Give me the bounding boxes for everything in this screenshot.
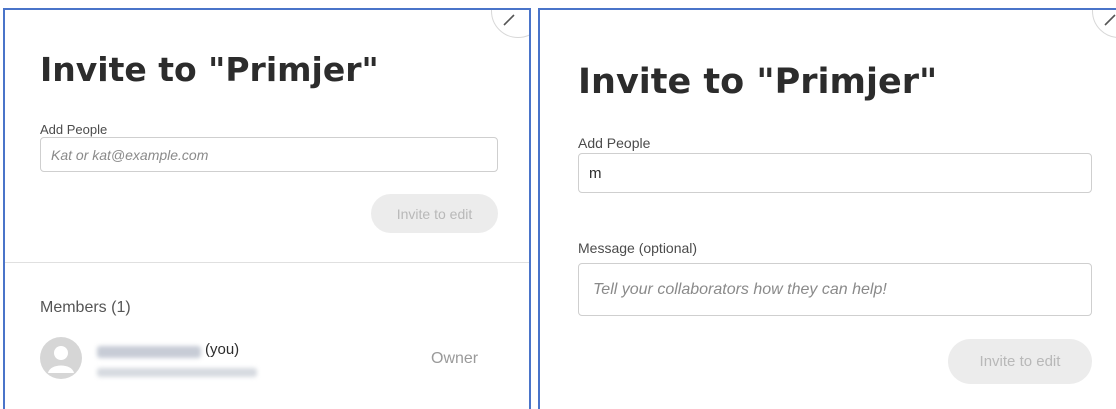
close-button[interactable] bbox=[1092, 10, 1116, 38]
section-divider bbox=[5, 262, 529, 263]
add-people-label: Add People bbox=[40, 122, 108, 137]
invite-dialog-message: Invite to "Primjer" Add People Message (… bbox=[538, 8, 1116, 409]
member-you-label: (you) bbox=[205, 341, 240, 358]
member-role: Owner bbox=[431, 350, 479, 367]
invite-to-edit-button[interactable]: Invite to edit bbox=[948, 339, 1092, 384]
invite-to-edit-button[interactable]: Invite to edit bbox=[371, 194, 498, 233]
member-name-redacted bbox=[97, 346, 201, 358]
dialog-title: Invite to "Primjer" bbox=[578, 62, 938, 102]
member-email-redacted bbox=[97, 368, 257, 377]
invite-dialog-members: Invite to "Primjer" Add People Invite to… bbox=[3, 8, 531, 409]
dialog-title: Invite to "Primjer" bbox=[40, 50, 379, 89]
add-people-label: Add People bbox=[578, 135, 651, 151]
message-label: Message (optional) bbox=[578, 240, 698, 256]
avatar-icon bbox=[48, 346, 74, 373]
add-people-input[interactable] bbox=[40, 137, 498, 172]
close-icon bbox=[503, 14, 515, 26]
message-input[interactable] bbox=[578, 263, 1092, 316]
avatar bbox=[40, 337, 82, 379]
close-button[interactable] bbox=[491, 10, 529, 38]
members-heading: Members (1) bbox=[40, 299, 131, 316]
close-icon bbox=[1104, 14, 1116, 26]
add-people-input[interactable] bbox=[578, 153, 1092, 193]
